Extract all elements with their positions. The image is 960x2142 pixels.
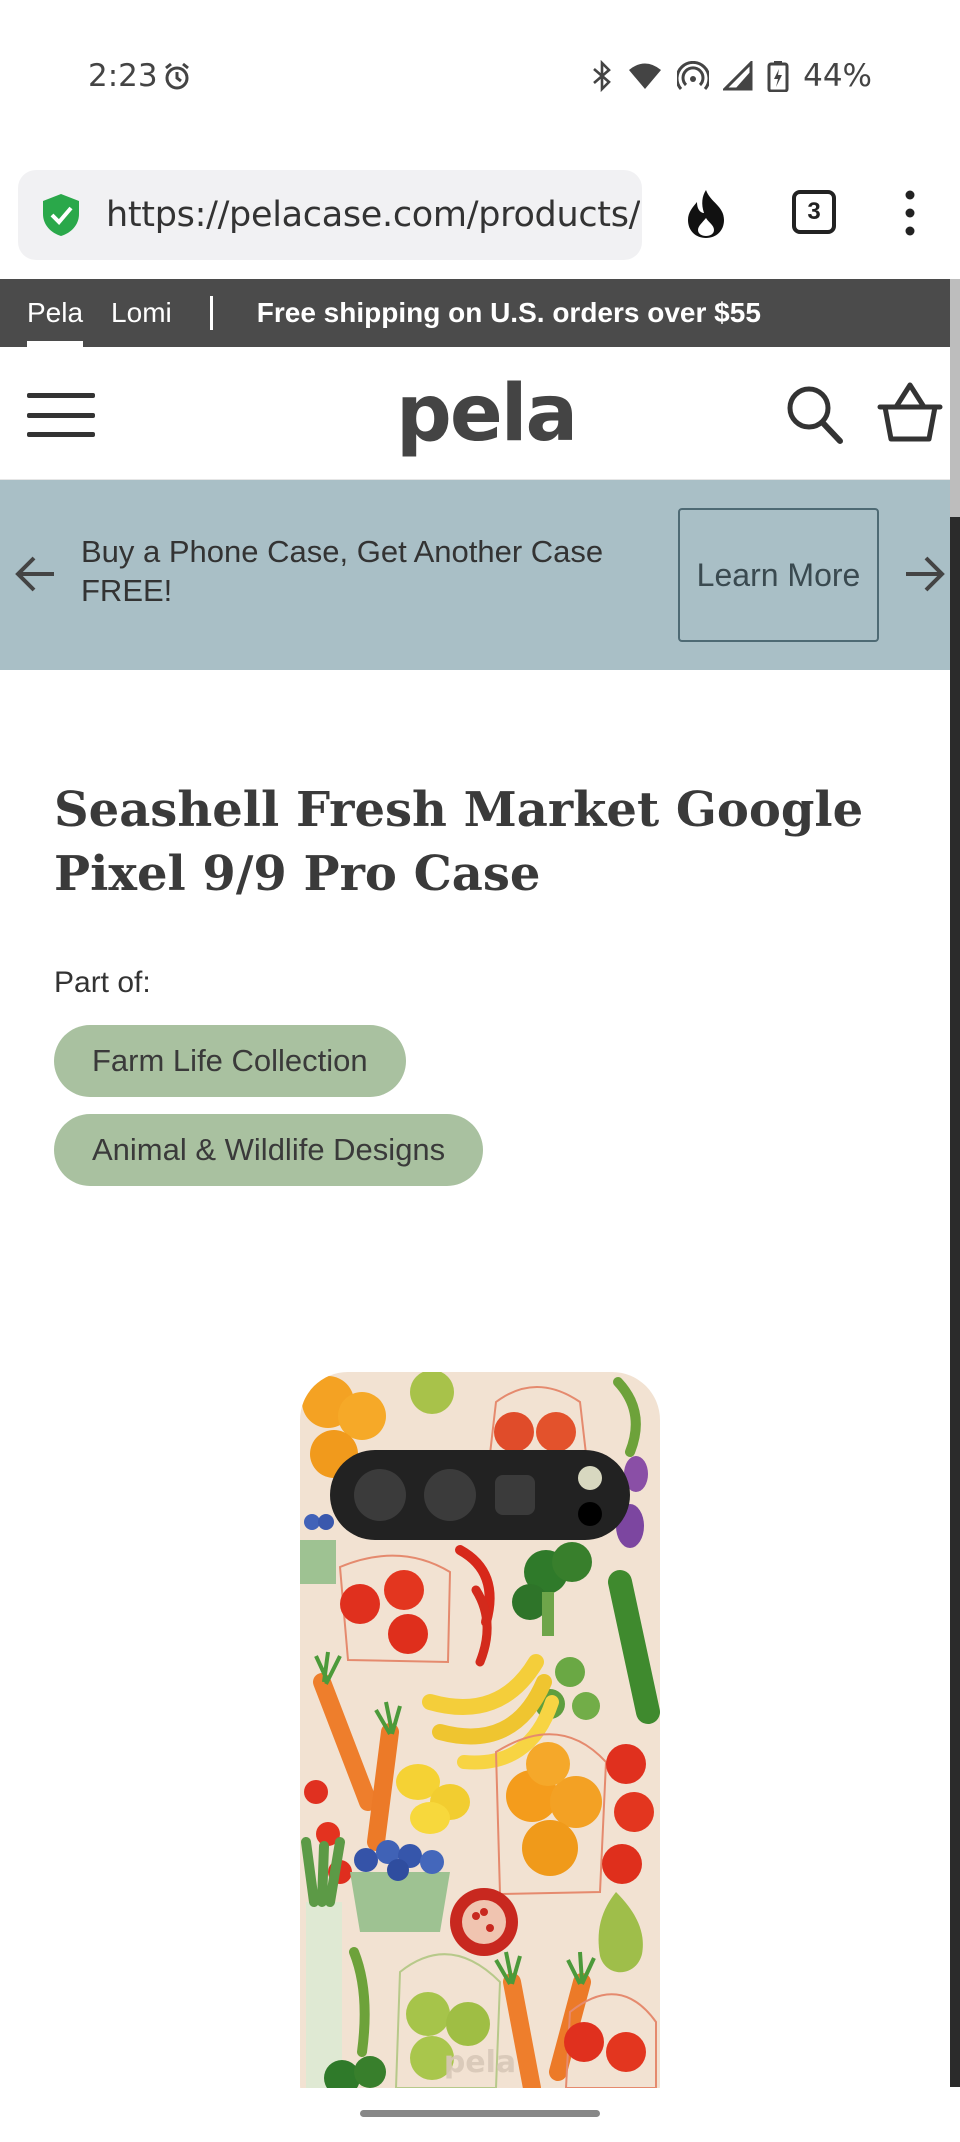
status-bar: 2:23 44% [0, 0, 960, 155]
arrow-right-icon[interactable] [902, 552, 946, 596]
address-bar[interactable]: https://pelacase.com/products/ [18, 170, 642, 260]
status-time: 2:23 [88, 58, 158, 94]
battery-icon [767, 61, 789, 92]
browser-toolbar: https://pelacase.com/products/ 3 [0, 170, 960, 262]
gesture-nav-handle[interactable] [360, 2110, 600, 2117]
case-brand-mark: pela [444, 2045, 516, 2080]
shield-check-icon[interactable] [38, 192, 84, 238]
site-header: pela [0, 347, 950, 480]
arrow-left-icon[interactable] [14, 552, 58, 596]
tab-switcher-button[interactable]: 3 [792, 190, 836, 234]
strip-divider [209, 296, 213, 330]
announcement-strip: Pela Lomi Free shipping on U.S. orders o… [0, 279, 960, 347]
bluetooth-icon [593, 60, 612, 92]
product-image[interactable]: pela [300, 1372, 660, 2088]
menu-icon[interactable] [27, 393, 95, 437]
site-logo[interactable]: pela [396, 369, 578, 459]
url-text[interactable]: https://pelacase.com/products/ [106, 195, 640, 235]
brand-link-lomi[interactable]: Lomi [111, 279, 172, 347]
part-of-label: Part of: [54, 966, 151, 999]
collection-pill-farm-life[interactable]: Farm Life Collection [54, 1025, 406, 1097]
shipping-message: Free shipping on U.S. orders over $55 [256, 297, 761, 328]
search-icon[interactable] [784, 383, 844, 445]
promo-banner: Buy a Phone Case, Get Another Case FREE!… [0, 480, 950, 670]
collection-pill-animal-wildlife[interactable]: Animal & Wildlife Designs [54, 1114, 484, 1186]
brand-link-pela[interactable]: Pela [27, 279, 84, 347]
phone-case-illustration: pela [300, 1372, 660, 2088]
promo-text: Buy a Phone Case, Get Another Case FREE! [81, 534, 604, 608]
more-vert-icon[interactable] [903, 188, 917, 238]
scrollbar-thumb[interactable] [950, 279, 960, 517]
wifi-icon [629, 63, 662, 89]
fire-icon[interactable] [684, 188, 728, 240]
learn-more-button[interactable]: Learn More [678, 508, 879, 642]
hotspot-icon [677, 61, 710, 90]
alarm-icon [165, 62, 189, 90]
basket-icon[interactable] [876, 381, 944, 445]
tab-count: 3 [807, 198, 821, 225]
status-icons: 44% [591, 58, 872, 94]
product-title: Seashell Fresh Market Google Pixel 9/9 P… [54, 782, 864, 902]
signal-icon [723, 61, 753, 91]
battery-percent: 44% [803, 58, 872, 94]
page-scrollbar[interactable] [950, 279, 960, 2087]
